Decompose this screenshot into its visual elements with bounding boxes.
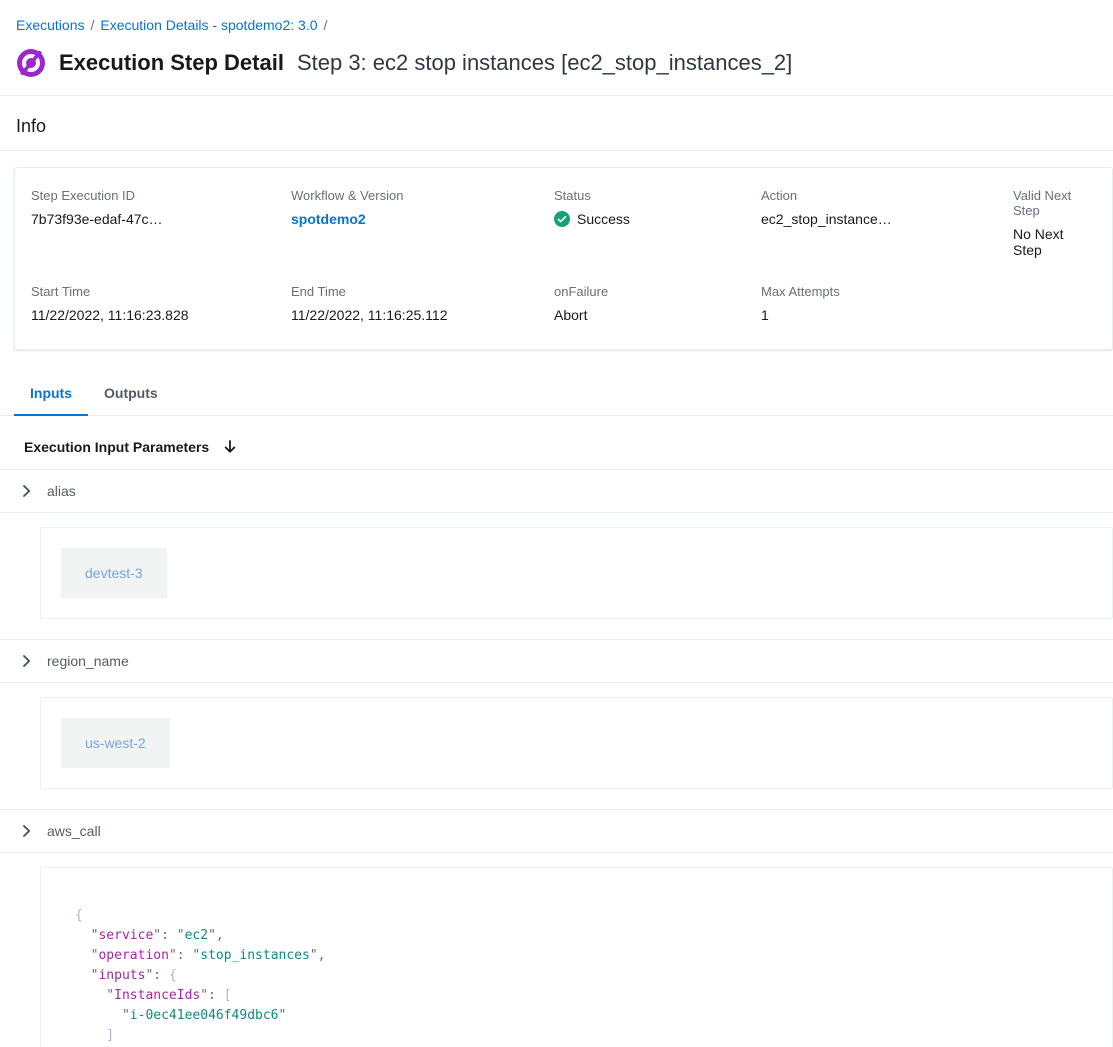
field-value: 1 — [761, 307, 1013, 323]
param-name: alias — [47, 483, 76, 499]
breadcrumb-link-execution-details[interactable]: Execution Details - spotdemo2: 3.0 — [100, 17, 317, 33]
field-value: Abort — [554, 307, 761, 323]
breadcrumb-separator: / — [324, 17, 328, 33]
param-toggle-region-name[interactable]: region_name — [0, 640, 1113, 683]
workflow-link[interactable]: spotdemo2 — [291, 211, 366, 227]
field-step-execution-id: Step Execution ID 7b73f93e-edaf-47c… — [31, 188, 291, 258]
field-label: Step Execution ID — [31, 188, 291, 203]
field-label: End Time — [291, 284, 554, 299]
field-value: 11/22/2022, 11:16:25.112 — [291, 307, 554, 323]
field-onfailure: onFailure Abort — [554, 284, 761, 323]
field-value: 7b73f93e-edaf-47c… — [31, 211, 291, 227]
field-status: Status Success — [554, 188, 761, 258]
workflow-app-icon — [16, 48, 46, 78]
info-heading: Info — [0, 96, 1113, 150]
field-empty — [1013, 284, 1096, 323]
breadcrumb: Executions / Execution Details - spotdemo2… — [0, 0, 1113, 33]
breadcrumb-link-executions[interactable]: Executions — [16, 17, 84, 33]
param-value-chip: us-west-2 — [61, 718, 170, 768]
download-arrow-icon[interactable] — [222, 439, 238, 455]
field-end-time: End Time 11/22/2022, 11:16:25.112 — [291, 284, 554, 323]
field-label: Workflow & Version — [291, 188, 554, 203]
field-label: Status — [554, 188, 761, 203]
page-header: Execution Step Detail Step 3: ec2 stop i… — [0, 33, 1113, 95]
tab-inputs[interactable]: Inputs — [14, 372, 88, 415]
tab-bar: Inputs Outputs — [0, 372, 1113, 416]
param-toggle-alias[interactable]: alias — [0, 470, 1113, 513]
breadcrumb-separator: / — [90, 17, 94, 33]
divider — [0, 150, 1113, 151]
field-action: Action ec2_stop_instance… — [761, 188, 1013, 258]
json-code: { "service": "ec2", "operation": "stop_i… — [75, 906, 1078, 1047]
param-body-region-name: us-west-2 — [0, 683, 1113, 809]
success-check-icon — [554, 211, 570, 227]
param-name: region_name — [47, 653, 129, 669]
execution-info-card: Step Execution ID 7b73f93e-edaf-47c… Wor… — [14, 167, 1113, 350]
param-body-alias: devtest-3 — [0, 513, 1113, 639]
param-section-region-name: region_name us-west-2 — [0, 640, 1113, 810]
status-text: Success — [577, 211, 630, 227]
field-value: 11/22/2022, 11:16:23.828 — [31, 307, 291, 323]
param-value-panel: devtest-3 — [40, 527, 1113, 619]
field-label: Max Attempts — [761, 284, 1013, 299]
chevron-right-icon — [18, 823, 34, 839]
param-value-panel: us-west-2 — [40, 697, 1113, 789]
param-section-alias: alias devtest-3 — [0, 470, 1113, 640]
field-value: ec2_stop_instance… — [761, 211, 1013, 227]
chevron-right-icon — [18, 653, 34, 669]
param-code-panel: { "service": "ec2", "operation": "stop_i… — [40, 867, 1113, 1047]
field-value: No Next Step — [1013, 226, 1096, 258]
params-header-title: Execution Input Parameters — [24, 439, 209, 455]
field-label: onFailure — [554, 284, 761, 299]
param-name: aws_call — [47, 823, 101, 839]
page-subtitle: Step 3: ec2 stop instances [ec2_stop_ins… — [297, 50, 792, 76]
tab-outputs[interactable]: Outputs — [88, 372, 174, 415]
param-section-aws-call: aws_call { "service": "ec2", "operation"… — [0, 810, 1113, 1047]
field-label: Action — [761, 188, 1013, 203]
chevron-right-icon — [18, 483, 34, 499]
execution-input-parameters-header: Execution Input Parameters — [0, 416, 1113, 470]
page-title: Execution Step Detail — [59, 50, 284, 76]
field-label: Start Time — [31, 284, 291, 299]
field-start-time: Start Time 11/22/2022, 11:16:23.828 — [31, 284, 291, 323]
field-workflow-version: Workflow & Version spotdemo2 — [291, 188, 554, 258]
param-toggle-aws-call[interactable]: aws_call — [0, 810, 1113, 853]
field-max-attempts: Max Attempts 1 — [761, 284, 1013, 323]
field-valid-next-step: Valid Next Step No Next Step — [1013, 188, 1096, 258]
field-label: Valid Next Step — [1013, 188, 1096, 218]
param-value-chip: devtest-3 — [61, 548, 167, 598]
param-body-aws-call: { "service": "ec2", "operation": "stop_i… — [0, 853, 1113, 1047]
